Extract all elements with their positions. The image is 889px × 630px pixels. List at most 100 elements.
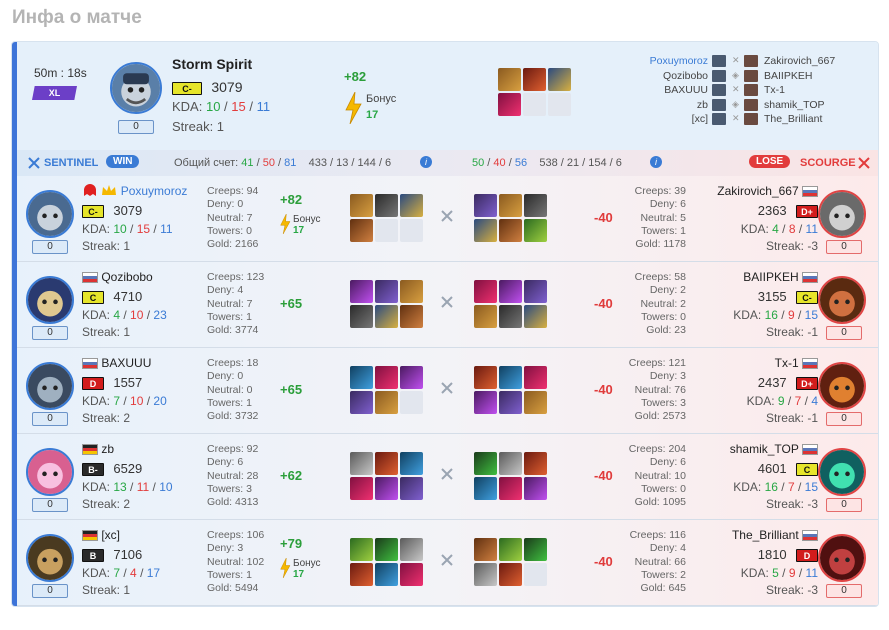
item-icon[interactable] xyxy=(350,305,373,328)
item-icon[interactable] xyxy=(524,452,547,475)
item-icon[interactable] xyxy=(350,477,373,500)
item-icon[interactable] xyxy=(524,366,547,389)
item-icon[interactable] xyxy=(499,563,522,586)
info-icon[interactable]: i xyxy=(420,156,432,168)
mmr-change-box: 0 xyxy=(826,240,862,254)
hero-mini-icon xyxy=(744,113,758,125)
player-name[interactable]: shamik_TOP xyxy=(730,442,799,456)
item-icon[interactable] xyxy=(375,477,398,500)
item-icon[interactable] xyxy=(474,305,497,328)
item-icon[interactable] xyxy=(350,391,373,414)
crossed-swords-icon xyxy=(440,467,454,484)
item-icon[interactable] xyxy=(375,452,398,475)
streak: Streak: 1 xyxy=(172,119,225,134)
item-icon[interactable] xyxy=(499,477,522,500)
item-icon[interactable] xyxy=(474,538,497,561)
item-icon[interactable] xyxy=(474,391,497,414)
item-icon[interactable] xyxy=(499,280,522,303)
mmr-value: 3079 xyxy=(211,79,243,95)
info-icon[interactable]: i xyxy=(650,156,662,168)
item-icon[interactable] xyxy=(499,391,522,414)
rank-badge: D xyxy=(796,549,818,563)
item-icon[interactable] xyxy=(350,563,373,586)
item-icon[interactable] xyxy=(400,452,423,475)
item-icon[interactable] xyxy=(524,194,547,217)
item-icon[interactable] xyxy=(474,452,497,475)
hero-mini-icon xyxy=(744,69,758,82)
item-icon[interactable] xyxy=(400,305,423,328)
player-name[interactable]: Qozibobo xyxy=(101,270,152,284)
item-icon[interactable] xyxy=(524,391,547,414)
item-icon[interactable] xyxy=(400,538,423,561)
item-icon[interactable] xyxy=(474,280,497,303)
roster-sentinel-name[interactable]: zb xyxy=(697,99,708,111)
mmr-value: 2437 xyxy=(757,375,787,390)
item-icon[interactable] xyxy=(350,538,373,561)
item-icon[interactable] xyxy=(524,538,547,561)
item-icon[interactable] xyxy=(499,452,522,475)
roster-scourge-name[interactable]: BAIIPKEH xyxy=(764,70,812,82)
rank-badge: C- xyxy=(172,82,202,96)
player-name[interactable]: Tx-1 xyxy=(775,356,799,370)
streak: Streak: 1 xyxy=(82,325,131,339)
hero-mini-icon xyxy=(712,113,726,125)
item-icon[interactable] xyxy=(499,538,522,561)
player-name[interactable]: Zakirovich_667 xyxy=(717,184,798,198)
roster-sentinel-name[interactable]: Poxuymoroz xyxy=(650,55,708,67)
item-icon[interactable] xyxy=(400,194,423,217)
item-icon[interactable] xyxy=(474,219,497,242)
item-icon[interactable] xyxy=(375,563,398,586)
kda: KDA: 4 / 8 / 11 xyxy=(740,222,818,236)
player-name[interactable]: BAXUUU xyxy=(101,356,151,370)
item-icon[interactable] xyxy=(350,452,373,475)
item-icon[interactable] xyxy=(498,93,521,116)
item-icon[interactable] xyxy=(350,280,373,303)
item-icon[interactable] xyxy=(400,477,423,500)
player-name[interactable]: Poxuymoroz xyxy=(121,184,188,198)
item-icon[interactable] xyxy=(474,366,497,389)
item-icon[interactable] xyxy=(375,280,398,303)
hero-avatar xyxy=(818,448,866,496)
item-icon[interactable] xyxy=(474,563,497,586)
crown-icon xyxy=(101,184,117,199)
roster-sentinel-name[interactable]: Qozibobo xyxy=(663,70,708,82)
item-icon[interactable] xyxy=(400,280,423,303)
roster-sentinel-name[interactable]: [xc] xyxy=(692,113,708,125)
item-icon[interactable] xyxy=(350,194,373,217)
item-grid xyxy=(350,538,425,586)
item-icon[interactable] xyxy=(375,391,398,414)
item-icon[interactable] xyxy=(499,305,522,328)
player-name[interactable]: zb xyxy=(101,442,114,456)
player-name[interactable]: BAIIPKEH xyxy=(743,270,798,284)
item-icon[interactable] xyxy=(350,219,373,242)
item-icon[interactable] xyxy=(524,280,547,303)
player-name[interactable]: [xc] xyxy=(101,528,120,542)
roster-scourge-name[interactable]: Zakirovich_667 xyxy=(764,55,835,67)
item-grid xyxy=(350,366,425,414)
item-icon[interactable] xyxy=(400,366,423,389)
item-icon[interactable] xyxy=(499,366,522,389)
item-icon[interactable] xyxy=(375,538,398,561)
item-grid xyxy=(474,452,549,500)
item-icon[interactable] xyxy=(524,477,547,500)
item-icon[interactable] xyxy=(524,219,547,242)
item-icon[interactable] xyxy=(474,194,497,217)
item-icon[interactable] xyxy=(350,366,373,389)
roster-scourge-name[interactable]: Tx-1 xyxy=(764,84,785,96)
roster-scourge-name[interactable]: The_Brilliant xyxy=(764,113,822,125)
item-icon[interactable] xyxy=(523,68,546,91)
item-icon[interactable] xyxy=(375,366,398,389)
item-icon[interactable] xyxy=(499,194,522,217)
item-icon[interactable] xyxy=(375,305,398,328)
roster-scourge-name[interactable]: shamik_TOP xyxy=(764,99,825,111)
item-icon[interactable] xyxy=(548,68,571,91)
roster-sentinel-name[interactable]: BAXUUU xyxy=(664,84,708,96)
item-icon[interactable] xyxy=(400,563,423,586)
item-icon[interactable] xyxy=(499,219,522,242)
player-name[interactable]: The_Brilliant xyxy=(732,528,799,542)
item-icon[interactable] xyxy=(474,477,497,500)
item-icon[interactable] xyxy=(498,68,521,91)
item-icon[interactable] xyxy=(375,194,398,217)
mmr-change-box: 0 xyxy=(826,412,862,426)
item-icon[interactable] xyxy=(524,305,547,328)
